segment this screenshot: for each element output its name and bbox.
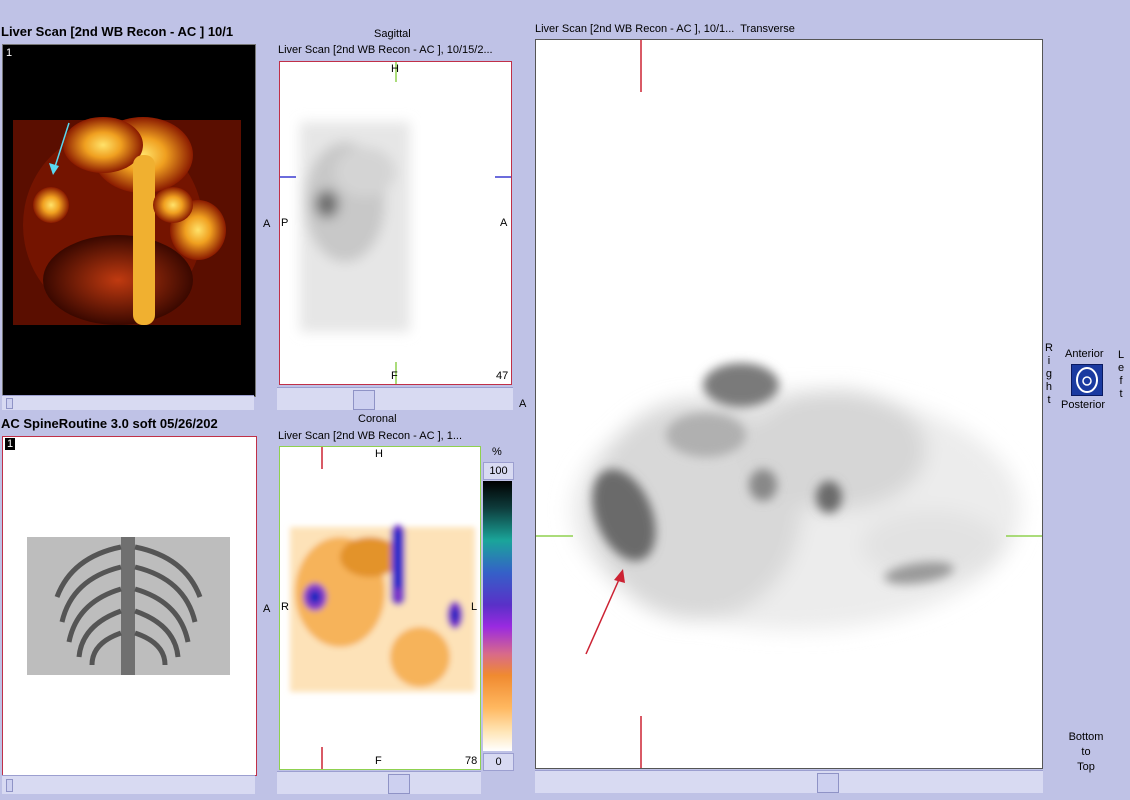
sagittal-outer-bottom-right-label: A [519,398,527,410]
transverse-view-label: Transverse [740,23,795,35]
coronal-slice-number: 78 [465,755,478,767]
ct-scrollbar[interactable] [2,775,255,794]
colorbar-unit-label: % [492,446,502,458]
ct-topogram-image [27,537,230,675]
transverse-series-label: Liver Scan [2nd WB Recon - AC ], 10/1...… [535,23,1035,35]
sagittal-outer-left-label: A [263,218,271,230]
sagittal-bottom-label: F [391,370,398,382]
frame-number: 1 [5,438,16,450]
orientation-posterior-label: Posterior [1061,399,1106,411]
coronal-image [290,447,475,769]
transverse-scroll-thumb[interactable] [817,773,839,793]
ct-scroll-thumb[interactable] [6,779,13,792]
coronal-right-label: L [471,601,478,613]
orientation-left-label: L e f t [1118,349,1125,400]
mip-scroll-thumb[interactable] [6,398,13,409]
ct-title: AC SpineRoutine 3.0 soft 05/26/202 [1,416,218,431]
sagittal-scrollbar[interactable] [277,387,513,410]
color-scale-bar [483,481,512,751]
coronal-series-label: Liver Scan [2nd WB Recon - AC ], 1... [278,430,463,442]
head-cross-section-icon [1076,367,1098,393]
mip-image [13,117,241,325]
transverse-scrollbar[interactable] [535,770,1043,793]
sagittal-top-label: H [391,63,399,75]
mip-title: Liver Scan [2nd WB Recon - AC ] 10/1 [1,24,234,39]
sagittal-series-label: Liver Scan [2nd WB Recon - AC ], 10/15/2… [278,44,493,56]
sagittal-view-label: Sagittal [374,28,411,40]
sagittal-viewport[interactable]: H F P A 47 [279,61,512,385]
sagittal-slice-number: 47 [496,370,509,382]
orientation-right-label: R i g h t [1045,342,1053,406]
transverse-viewport[interactable] [535,39,1043,769]
sagittal-right-label: A [500,217,508,229]
orientation-head-icon[interactable] [1071,364,1103,396]
coronal-scroll-thumb[interactable] [388,774,410,794]
colorbar-min-label: 0 [483,753,514,771]
coronal-bottom-label: F [375,755,382,767]
transverse-image [536,40,1042,768]
colorbar-max-label: 100 [483,462,514,480]
sagittal-scroll-thumb[interactable] [353,390,375,410]
coronal-left-label: R [281,601,289,613]
coronal-view-label: Coronal [358,413,397,425]
mip-viewport[interactable]: 1 [2,44,256,397]
sagittal-image [280,62,511,384]
coronal-top-label: H [375,448,383,460]
sagittal-left-label: P [281,217,289,229]
ct-viewport[interactable]: 1 [2,436,257,776]
direction-label: Bottom to Top [1068,731,1104,773]
orientation-anterior-label: Anterior [1065,348,1104,360]
coronal-scrollbar[interactable] [277,771,481,794]
coronal-outer-left-label: A [263,603,271,615]
coronal-viewport[interactable]: H F R L 78 [279,446,481,770]
mip-scrollbar[interactable] [2,395,254,410]
transverse-series-text: Liver Scan [2nd WB Recon - AC ], 10/1... [535,23,735,35]
